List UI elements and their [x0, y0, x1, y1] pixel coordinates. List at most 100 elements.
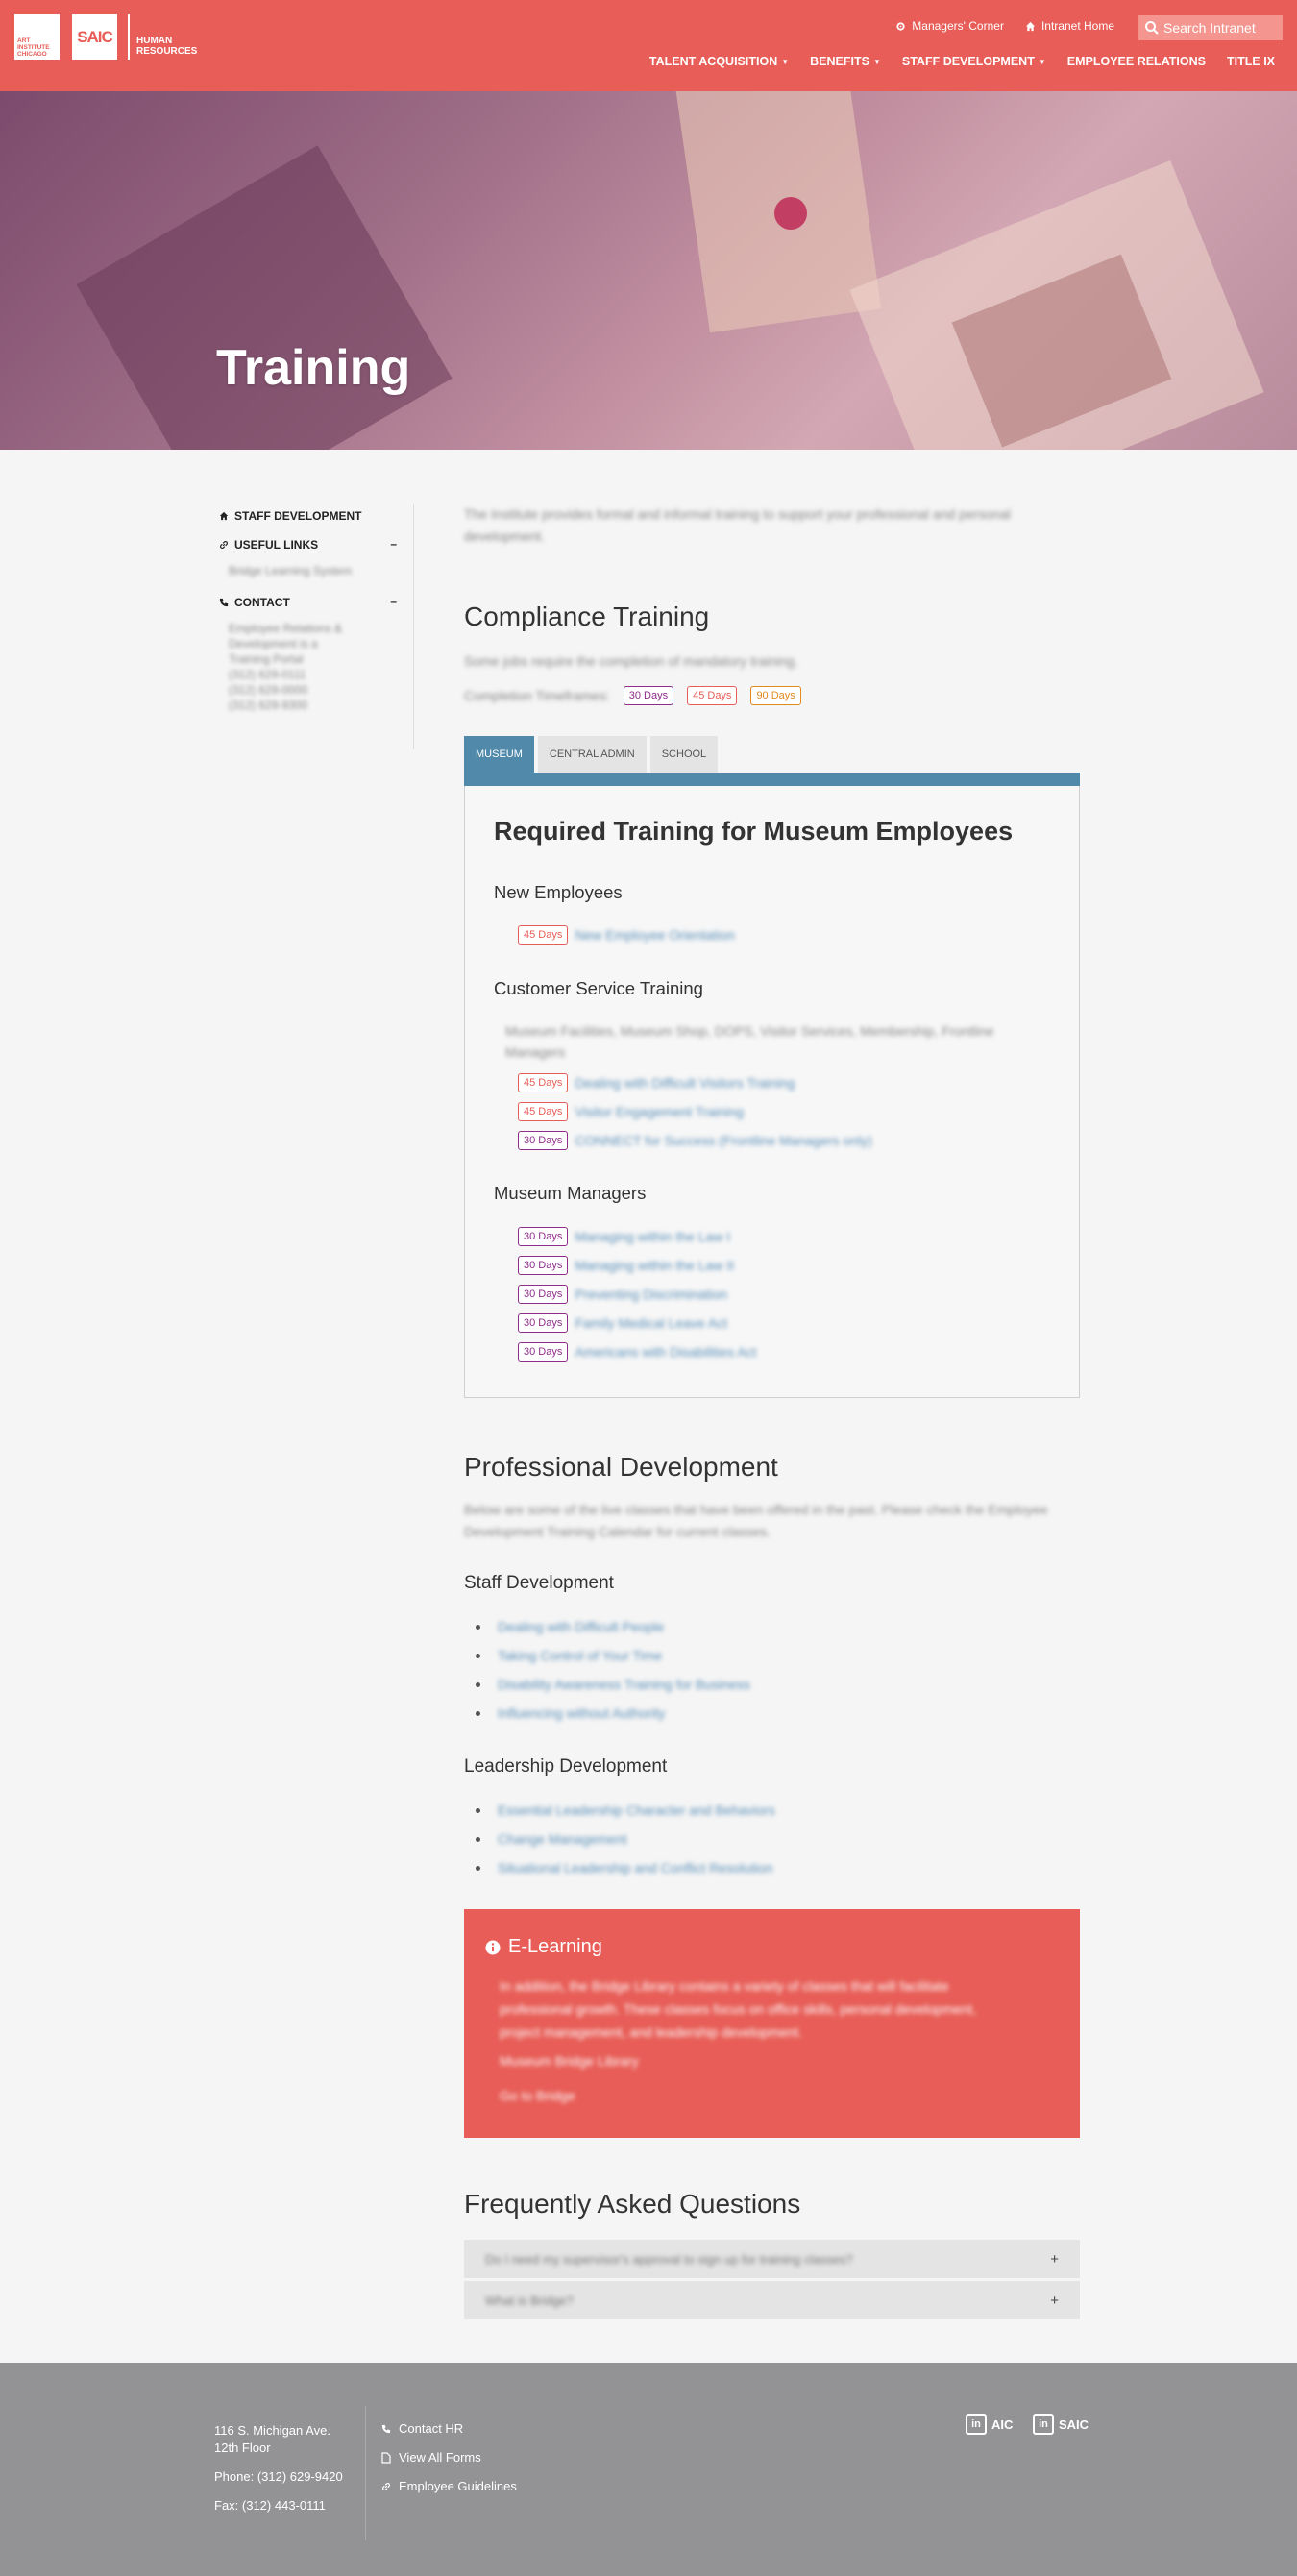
nav-benefits[interactable]: Benefits ▼: [810, 55, 881, 68]
museum-managers-heading: Museum Managers: [494, 1183, 647, 1203]
badge-30-days: 30 Days: [518, 1342, 569, 1362]
managers-corner-link[interactable]: Managers' Corner: [895, 19, 1004, 33]
social-label: SAIC: [1059, 2417, 1089, 2432]
contact-line: (312) 629-0111: [229, 668, 306, 681]
training-link[interactable]: CONNECT for Success (Frontline Managers …: [575, 1133, 871, 1148]
nav-label: Staff Development: [901, 55, 1035, 68]
bullet: [476, 1681, 480, 1687]
class-link[interactable]: Essential Leadership Character and Behav…: [498, 1803, 775, 1818]
contact-hr-link[interactable]: Contact HR: [381, 2421, 517, 2436]
view-forms-link[interactable]: View All Forms: [381, 2450, 517, 2465]
phone-icon: [381, 2424, 391, 2433]
list-item: 30 Days Preventing Discrimination: [518, 1285, 727, 1304]
training-link[interactable]: Dealing with Difficult Visitors Training: [575, 1075, 795, 1091]
aic-logo-text: Art Institute Chicago: [17, 37, 50, 58]
badge-30-days: 30 Days: [518, 1227, 569, 1246]
utility-nav: Managers' Corner Intranet Home: [895, 19, 1114, 33]
customer-service-note: Museum Facilities, Museum Shop, DOPS, Vi…: [505, 1023, 994, 1060]
nav-employee-relations[interactable]: Employee Relations: [1067, 55, 1206, 68]
sidebar-item-staff-development[interactable]: Staff Development: [219, 509, 411, 523]
hr-logo-text[interactable]: Human Resources: [136, 36, 213, 57]
compliance-subtitle: Some jobs require the completion of mand…: [464, 653, 798, 669]
training-link[interactable]: Visitor Engagement Training: [575, 1104, 744, 1119]
faq-item[interactable]: What is Bridge? +: [464, 2281, 1080, 2319]
badge-45-days: 45 Days: [687, 686, 738, 705]
training-link[interactable]: Americans with Disabilities Act: [575, 1344, 756, 1360]
address-line: 116 S. Michigan Ave.: [214, 2423, 330, 2438]
list-item: Change Management: [464, 1825, 1080, 1853]
sidebar-link[interactable]: Bridge Learning System: [229, 563, 411, 578]
linkedin-icon: in: [966, 2414, 987, 2435]
site-header: Art Institute Chicago SAIC Human Resourc…: [0, 0, 1297, 91]
main-nav: Talent Acquisition ▼ Benefits ▼ Staff Deve…: [649, 55, 1275, 68]
page-title: Training: [216, 340, 411, 396]
list-item: 30 Days Managing within the Law I: [518, 1227, 730, 1246]
expand-icon: +: [1050, 2292, 1059, 2309]
sidebar-divider: [413, 504, 414, 749]
sidebar-item-contact[interactable]: Contact –: [219, 595, 411, 609]
sidebar: Staff Development Useful Links – Bridge …: [219, 509, 411, 713]
site-footer: 116 S. Michigan Ave. 12th Floor Phone: (…: [0, 2363, 1297, 2576]
linkedin-saic-link[interactable]: in SAIC: [1033, 2414, 1089, 2435]
panel-title: Required Training for Museum Employees: [494, 817, 1014, 846]
footer-address: 116 S. Michigan Ave. 12th Floor Phone: (…: [214, 2422, 343, 2526]
employee-guidelines-link[interactable]: Employee Guidelines: [381, 2479, 517, 2493]
badge-30-days: 30 Days: [518, 1313, 569, 1333]
elearning-bridge-link[interactable]: Go to Bridge: [500, 2084, 575, 2107]
nav-label: Benefits: [810, 55, 869, 68]
training-link[interactable]: Family Medical Leave Act: [575, 1315, 727, 1331]
badge-45-days: 45 Days: [518, 1073, 569, 1092]
collapse-icon[interactable]: –: [390, 537, 397, 551]
tab-school[interactable]: School: [649, 736, 719, 773]
nav-talent-acquisition[interactable]: Talent Acquisition ▼: [649, 55, 789, 68]
collapse-icon[interactable]: –: [390, 595, 397, 608]
tab-museum[interactable]: Museum: [464, 736, 534, 773]
staff-dev-heading: Staff Development: [464, 1573, 614, 1593]
class-link[interactable]: Change Management: [498, 1831, 627, 1847]
list-item: Influencing without Authority: [464, 1699, 1080, 1728]
bullet: [476, 1624, 480, 1630]
nav-staff-development[interactable]: Staff Development ▼: [902, 55, 1046, 68]
list-item: Disability Awareness Training for Busine…: [464, 1670, 1080, 1699]
staff-dev-list: Dealing with Difficult People Taking Con…: [464, 1612, 1080, 1728]
logo-divider: [128, 14, 130, 60]
search-input[interactable]: Search Intranet: [1163, 20, 1256, 36]
faq-item[interactable]: Do I need my supervisor's approval to si…: [464, 2240, 1080, 2278]
badge-45-days: 45 Days: [518, 1102, 569, 1121]
list-item: 45 Days New Employee Orientation: [518, 925, 735, 945]
faq-question: Do I need my supervisor's approval to si…: [485, 2251, 853, 2267]
elearning-title: E-Learning: [508, 1936, 602, 1957]
footer-fax: Fax: (312) 443-0111: [214, 2498, 326, 2513]
home-icon: [219, 511, 229, 521]
search-box[interactable]: Search Intranet: [1138, 15, 1283, 40]
customer-service-heading: Customer Service Training: [494, 978, 703, 998]
sidebar-item-useful-links[interactable]: Useful Links –: [219, 537, 411, 552]
footer-phone: Phone: (312) 629-9420: [214, 2469, 343, 2484]
training-link[interactable]: New Employee Orientation: [575, 927, 735, 943]
class-link[interactable]: Influencing without Authority: [498, 1705, 665, 1721]
managers-corner-label: Managers' Corner: [912, 19, 1004, 33]
list-item: 30 Days Managing within the Law II: [518, 1256, 734, 1275]
training-link[interactable]: Preventing Discrimination: [575, 1287, 727, 1302]
linkedin-aic-link[interactable]: in AIC: [966, 2414, 1013, 2435]
class-link[interactable]: Situational Leadership and Conflict Reso…: [498, 1860, 772, 1876]
intranet-home-link[interactable]: Intranet Home: [1025, 19, 1114, 33]
aic-logo[interactable]: Art Institute Chicago: [14, 14, 60, 60]
sidebar-label: Contact: [234, 596, 290, 609]
sidebar-label: Useful Links: [234, 538, 319, 552]
faq-question: What is Bridge?: [485, 2293, 574, 2308]
class-link[interactable]: Taking Control of Your Time: [498, 1648, 662, 1663]
linkedin-icon: in: [1033, 2414, 1054, 2435]
class-link[interactable]: Disability Awareness Training for Busine…: [498, 1677, 750, 1692]
class-link[interactable]: Dealing with Difficult People: [498, 1619, 664, 1634]
elearning-library-link[interactable]: Museum Bridge Library: [500, 2049, 639, 2073]
hero-image-shape: [774, 197, 807, 230]
address-line: 12th Floor: [214, 2441, 271, 2455]
saic-logo[interactable]: SAIC: [72, 14, 117, 60]
leadership-dev-list: Essential Leadership Character and Behav…: [464, 1796, 1080, 1882]
tab-central-admin[interactable]: Central Admin: [537, 736, 647, 773]
contact-line: Training Portal: [229, 652, 304, 666]
training-link[interactable]: Managing within the Law II: [575, 1258, 734, 1273]
training-link[interactable]: Managing within the Law I: [575, 1229, 730, 1244]
nav-title-ix[interactable]: Title IX: [1227, 55, 1275, 68]
